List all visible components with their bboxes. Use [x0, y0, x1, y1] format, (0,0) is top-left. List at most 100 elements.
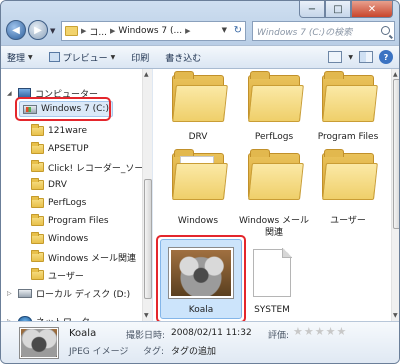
nav-item-folder[interactable]: 121ware: [31, 123, 87, 139]
drive-icon: [18, 288, 32, 298]
scroll-thumb[interactable]: [144, 179, 152, 299]
breadcrumb-computer[interactable]: コ...: [89, 25, 107, 38]
nav-item-folder[interactable]: ユーザー: [31, 267, 84, 283]
file-icon[interactable]: [253, 248, 292, 297]
star-icon[interactable]: ★: [315, 326, 325, 338]
star-icon[interactable]: ★: [326, 326, 336, 338]
folder-icon: [322, 71, 378, 123]
breadcrumb-drive[interactable]: Windows 7 (...: [118, 26, 182, 36]
chevron-down-icon: ▼: [28, 53, 33, 61]
chevron-right-icon[interactable]: ▶: [185, 27, 190, 35]
nav-item-folder[interactable]: Windows メール関連: [31, 249, 136, 265]
maximize-button[interactable]: □: [325, 1, 351, 18]
minimize-button[interactable]: −: [299, 1, 325, 18]
preview-button[interactable]: プレビュー ▼: [48, 51, 116, 64]
tile-label: PerfLogs: [254, 132, 294, 142]
preview-label: プレビュー: [62, 53, 108, 64]
nav-item-folder[interactable]: Program Files: [31, 213, 109, 229]
folder-icon: [31, 232, 44, 244]
nav-item-folder[interactable]: PerfLogs: [31, 195, 86, 211]
folder-icon: [31, 124, 44, 136]
close-button[interactable]: ✕: [351, 1, 393, 18]
search-input[interactable]: Windows 7 (C:)の検索: [252, 21, 395, 41]
chevron-down-icon[interactable]: ◢: [7, 90, 14, 97]
scroll-thumb[interactable]: [393, 79, 399, 229]
nav-item-label: APSETUP: [48, 144, 89, 154]
folder-tile[interactable]: ユーザー: [309, 149, 387, 237]
file-type: JPEG イメージ: [69, 347, 129, 357]
chevron-right-icon[interactable]: ▶: [110, 27, 115, 35]
search-icon[interactable]: [381, 26, 390, 35]
forward-button[interactable]: ▶: [28, 20, 48, 40]
nav-item-label: PerfLogs: [48, 198, 87, 208]
preview-icon: [48, 52, 60, 62]
chevron-down-icon[interactable]: ▼: [348, 54, 353, 61]
recent-pages-dropdown[interactable]: ▼: [50, 27, 55, 35]
file-name: Koala: [69, 328, 97, 339]
nav-item-label: Windows メール関連: [48, 253, 137, 264]
nav-item-label: Program Files: [48, 216, 109, 226]
date-value[interactable]: 2008/02/11 11:32: [171, 328, 252, 338]
folder-icon: [31, 178, 44, 190]
chevron-right-icon[interactable]: ▶: [81, 27, 86, 35]
change-view-icon[interactable]: [328, 51, 343, 63]
details-thumbnail: [19, 327, 59, 359]
folder-tile[interactable]: Program Files: [309, 69, 387, 149]
search-placeholder: Windows 7 (C:)の検索: [257, 27, 353, 38]
folder-icon: [31, 268, 44, 280]
nav-item-folder[interactable]: Windows: [31, 231, 88, 247]
nav-item-folder[interactable]: APSETUP: [31, 141, 89, 157]
title-bar: − □ ✕ ◀ ▶ ▼ ▶ コ... ▶ Windows 7 (... ▶ ▼ …: [1, 1, 399, 45]
burn-button[interactable]: 書き込む: [165, 51, 201, 64]
content-scrollbar[interactable]: ▲ ▼: [391, 69, 399, 321]
chevron-right-icon[interactable]: ▷: [7, 290, 14, 297]
nav-item-label: DRV: [48, 180, 67, 190]
folder-tile[interactable]: PerfLogs: [235, 69, 313, 149]
view-controls: ▼ ?: [328, 50, 393, 64]
help-icon[interactable]: ?: [379, 50, 393, 64]
folder-tile[interactable]: DRV: [159, 69, 237, 149]
preview-pane-icon[interactable]: [359, 51, 373, 63]
tile-label: Program Files: [317, 132, 379, 142]
tile-label: ユーザー: [330, 216, 366, 226]
refresh-icon[interactable]: ↻: [234, 25, 242, 36]
rating-label: 評価:: [268, 331, 290, 341]
folder-icon: [31, 196, 44, 208]
koala-photo-icon: [21, 329, 57, 357]
scroll-down-icon[interactable]: ▼: [393, 312, 398, 319]
folder-icon: [31, 250, 44, 262]
forward-arrow-icon: ▶: [34, 24, 42, 36]
organize-button[interactable]: 整理 ▼: [7, 51, 33, 64]
date-label: 撮影日時:: [126, 331, 166, 341]
chevron-down-icon: ▼: [110, 53, 116, 61]
back-arrow-icon: ◀: [12, 24, 20, 36]
folder-icon: [31, 214, 44, 226]
folder-tile[interactable]: Windows メール関連: [235, 149, 313, 238]
folder-icon: [172, 149, 228, 201]
back-button[interactable]: ◀: [6, 20, 26, 40]
folder-icon: [172, 71, 228, 123]
nav-item-folder[interactable]: DRV: [31, 177, 67, 193]
address-dropdown-icon[interactable]: ▼: [222, 26, 227, 34]
tile-label: Windows: [177, 216, 219, 226]
nav-item-folder[interactable]: Click! レコーダー_ソー: [31, 159, 143, 175]
folder-icon: [322, 149, 378, 201]
window-controls: − □ ✕: [299, 1, 393, 18]
scroll-down-icon[interactable]: ▼: [144, 312, 149, 319]
nav-item-drive-d[interactable]: ▷ ローカル ディスク (D:): [7, 285, 130, 301]
nav-scrollbar[interactable]: ▲ ▼: [142, 69, 152, 321]
print-button[interactable]: 印刷: [131, 51, 149, 64]
address-bar[interactable]: ▶ コ... ▶ Windows 7 (... ▶ ▼ ↻: [61, 21, 246, 41]
explorer-window: − □ ✕ ◀ ▶ ▼ ▶ コ... ▶ Windows 7 (... ▶ ▼ …: [0, 0, 400, 364]
burn-label: 書き込む: [165, 53, 202, 64]
scroll-up-icon[interactable]: ▲: [144, 71, 149, 78]
rating-stars[interactable]: ★ ★ ★ ★ ★: [293, 326, 346, 338]
highlight-ring: [15, 97, 111, 121]
star-icon[interactable]: ★: [304, 326, 314, 338]
tag-value[interactable]: タグの追加: [171, 344, 216, 357]
star-icon[interactable]: ★: [293, 326, 303, 338]
folder-tile[interactable]: Windows: [159, 149, 237, 237]
scroll-up-icon[interactable]: ▲: [393, 71, 398, 78]
star-icon[interactable]: ★: [337, 326, 347, 338]
folder-icon: [248, 71, 304, 123]
